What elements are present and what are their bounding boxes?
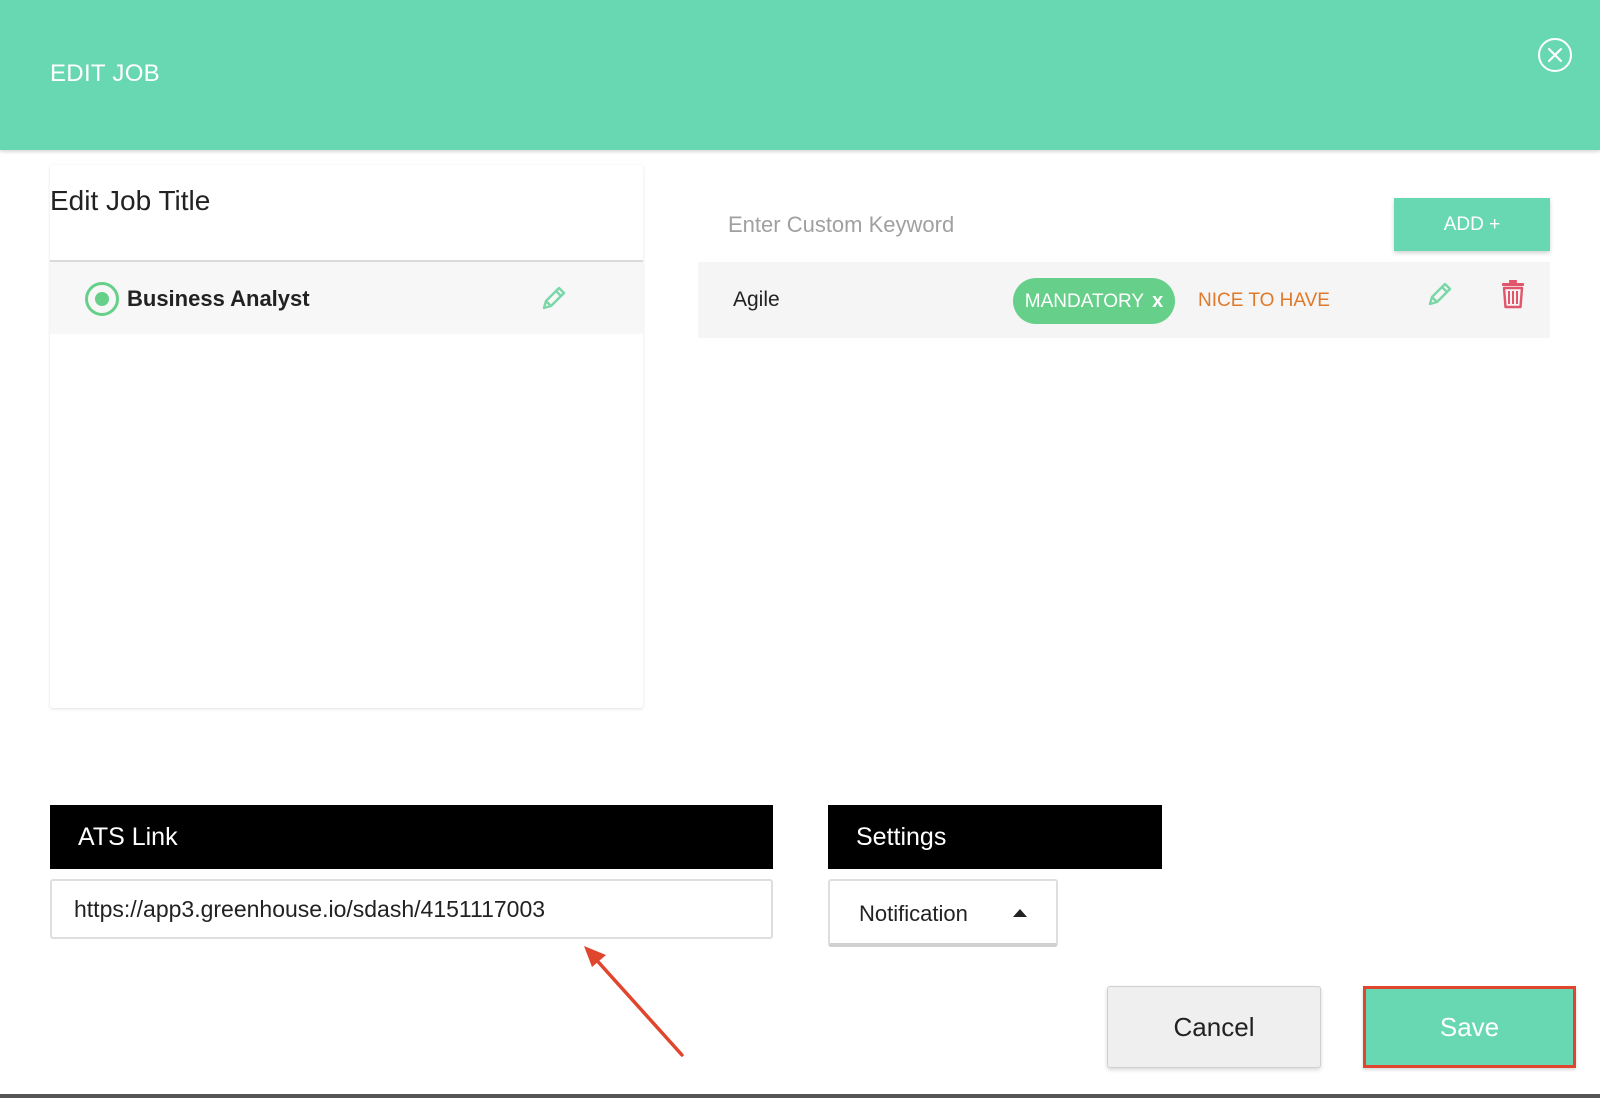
keyword-row: Agile MANDATORY x NICE TO HAVE xyxy=(698,262,1550,338)
modal-header: EDIT JOB xyxy=(0,0,1600,150)
job-title-heading: Edit Job Title xyxy=(50,185,211,216)
job-title-label: Business Analyst xyxy=(127,286,310,311)
keyword-label: Agile xyxy=(733,288,780,311)
modal-title: EDIT JOB xyxy=(50,60,160,87)
pencil-icon[interactable] xyxy=(538,282,570,314)
trash-icon[interactable] xyxy=(1498,278,1528,310)
notification-label: Notification xyxy=(859,901,968,926)
close-icon xyxy=(1547,47,1563,63)
mandatory-toggle[interactable]: MANDATORY x xyxy=(1013,278,1175,324)
nice-to-have-toggle[interactable]: NICE TO HAVE xyxy=(1198,290,1330,312)
ats-link-input[interactable] xyxy=(50,879,773,939)
close-button[interactable] xyxy=(1538,38,1572,72)
remove-mandatory-icon[interactable]: x xyxy=(1152,290,1163,312)
mandatory-label: MANDATORY xyxy=(1024,291,1145,312)
cancel-button[interactable]: Cancel xyxy=(1107,986,1321,1068)
pencil-icon[interactable] xyxy=(1424,278,1456,310)
job-title-radio[interactable] xyxy=(85,282,119,316)
annotation-arrow-icon xyxy=(584,946,684,1057)
edit-job-modal: EDIT JOB Edit Job Title Business Analyst… xyxy=(0,0,1600,1098)
save-button[interactable]: Save xyxy=(1363,986,1576,1068)
job-title-panel: Edit Job Title Business Analyst xyxy=(50,165,643,708)
caret-up-icon xyxy=(1013,909,1027,917)
notification-dropdown[interactable]: Notification xyxy=(828,879,1058,947)
job-title-row[interactable]: Business Analyst xyxy=(50,262,643,334)
ats-link-heading: ATS Link xyxy=(50,805,773,869)
settings-heading: Settings xyxy=(828,805,1162,869)
custom-keyword-input[interactable] xyxy=(698,198,1378,252)
add-keyword-button[interactable]: ADD + xyxy=(1394,198,1550,251)
